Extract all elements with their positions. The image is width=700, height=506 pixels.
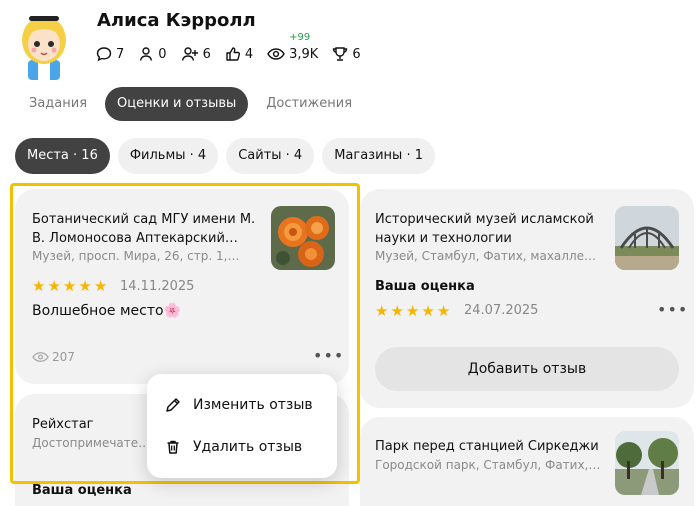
comment-icon <box>96 47 112 62</box>
delete-review-menu-item[interactable]: Удалить отзыв <box>147 427 337 467</box>
place-photo[interactable] <box>615 206 679 270</box>
edit-review-menu-item[interactable]: Изменить отзыв <box>147 385 337 425</box>
star-icon: ★ <box>390 302 404 320</box>
stat-follows[interactable]: 6 <box>181 46 211 62</box>
trophy-icon <box>333 47 348 61</box>
filter-sites[interactable]: Сайты · 4 <box>226 138 315 174</box>
stat-comments-value: 7 <box>116 46 125 62</box>
stat-likes-value: 4 <box>244 46 254 62</box>
stat-achievements[interactable]: 6 <box>332 46 361 62</box>
edit-review-label: Изменить отзыв <box>193 397 313 413</box>
category-filters: Места · 16 Фильмы · 4 Сайты · 4 Магазины… <box>15 138 443 174</box>
stat-views[interactable]: +99 3,9K <box>267 32 319 62</box>
review-card-park[interactable]: Парк перед станцией Сиркеджи Городской п… <box>360 417 694 506</box>
place-subtitle: Музей, Стамбул, Фатих, махалле… <box>375 249 597 263</box>
person-icon <box>140 47 153 61</box>
tab-ratings-reviews[interactable]: Оценки и отзывы <box>105 87 249 121</box>
star-icon: ★ <box>375 302 389 320</box>
stat-likes[interactable]: 4 <box>225 46 253 62</box>
tab-achievements[interactable]: Достижения <box>254 87 364 121</box>
like-icon <box>226 47 240 61</box>
place-title[interactable]: Парк перед станцией Сиркеджи <box>375 437 605 456</box>
star-icon: ★ <box>436 302 451 320</box>
filter-movies[interactable]: Фильмы · 4 <box>117 138 219 174</box>
add-review-button[interactable]: Добавить отзыв <box>375 347 679 391</box>
profile-name: Алиса Кэрролл <box>97 10 256 31</box>
filter-places[interactable]: Места · 16 <box>15 138 110 174</box>
trash-icon <box>167 440 179 454</box>
avatar[interactable] <box>15 8 73 80</box>
pencil-icon <box>166 398 180 412</box>
stat-views-value: 3,9K <box>289 46 319 62</box>
your-rating-label: Ваша оценка <box>32 483 132 498</box>
stat-achievements-value: 6 <box>352 46 361 62</box>
stat-views-delta: +99 <box>289 32 311 43</box>
follow-icon <box>181 47 198 61</box>
your-rating-label: Ваша оценка <box>375 279 475 294</box>
stat-comments[interactable]: 7 <box>96 46 124 62</box>
place-title[interactable]: Исторический музей исламской науки и тех… <box>375 210 605 248</box>
filter-shops[interactable]: Магазины · 1 <box>322 138 435 174</box>
eye-icon <box>267 48 285 60</box>
place-photo[interactable] <box>615 431 679 495</box>
review-context-menu: Изменить отзыв Удалить отзыв <box>147 374 337 478</box>
stat-subscribers-value: 0 <box>158 46 167 62</box>
rating-stars[interactable]: ★ ★ ★ ★ ★ <box>375 304 452 319</box>
tab-tasks[interactable]: Задания <box>17 87 99 121</box>
delete-review-label: Удалить отзыв <box>193 439 303 455</box>
place-subtitle: Городской парк, Стамбул, Фатих,… <box>375 458 601 472</box>
star-icon: ★ <box>421 302 435 320</box>
stat-follows-value: 6 <box>202 46 211 62</box>
star-icon: ★ <box>405 302 420 320</box>
stat-subscribers[interactable]: 0 <box>138 46 167 62</box>
profile-stats: 7 0 6 4 +99 3,9K 6 <box>96 32 375 65</box>
profile-tabs: Задания Оценки и отзывы Достижения <box>17 87 370 121</box>
review-date: 24.07.2025 <box>464 303 539 318</box>
more-options-icon[interactable]: ••• <box>657 300 688 319</box>
